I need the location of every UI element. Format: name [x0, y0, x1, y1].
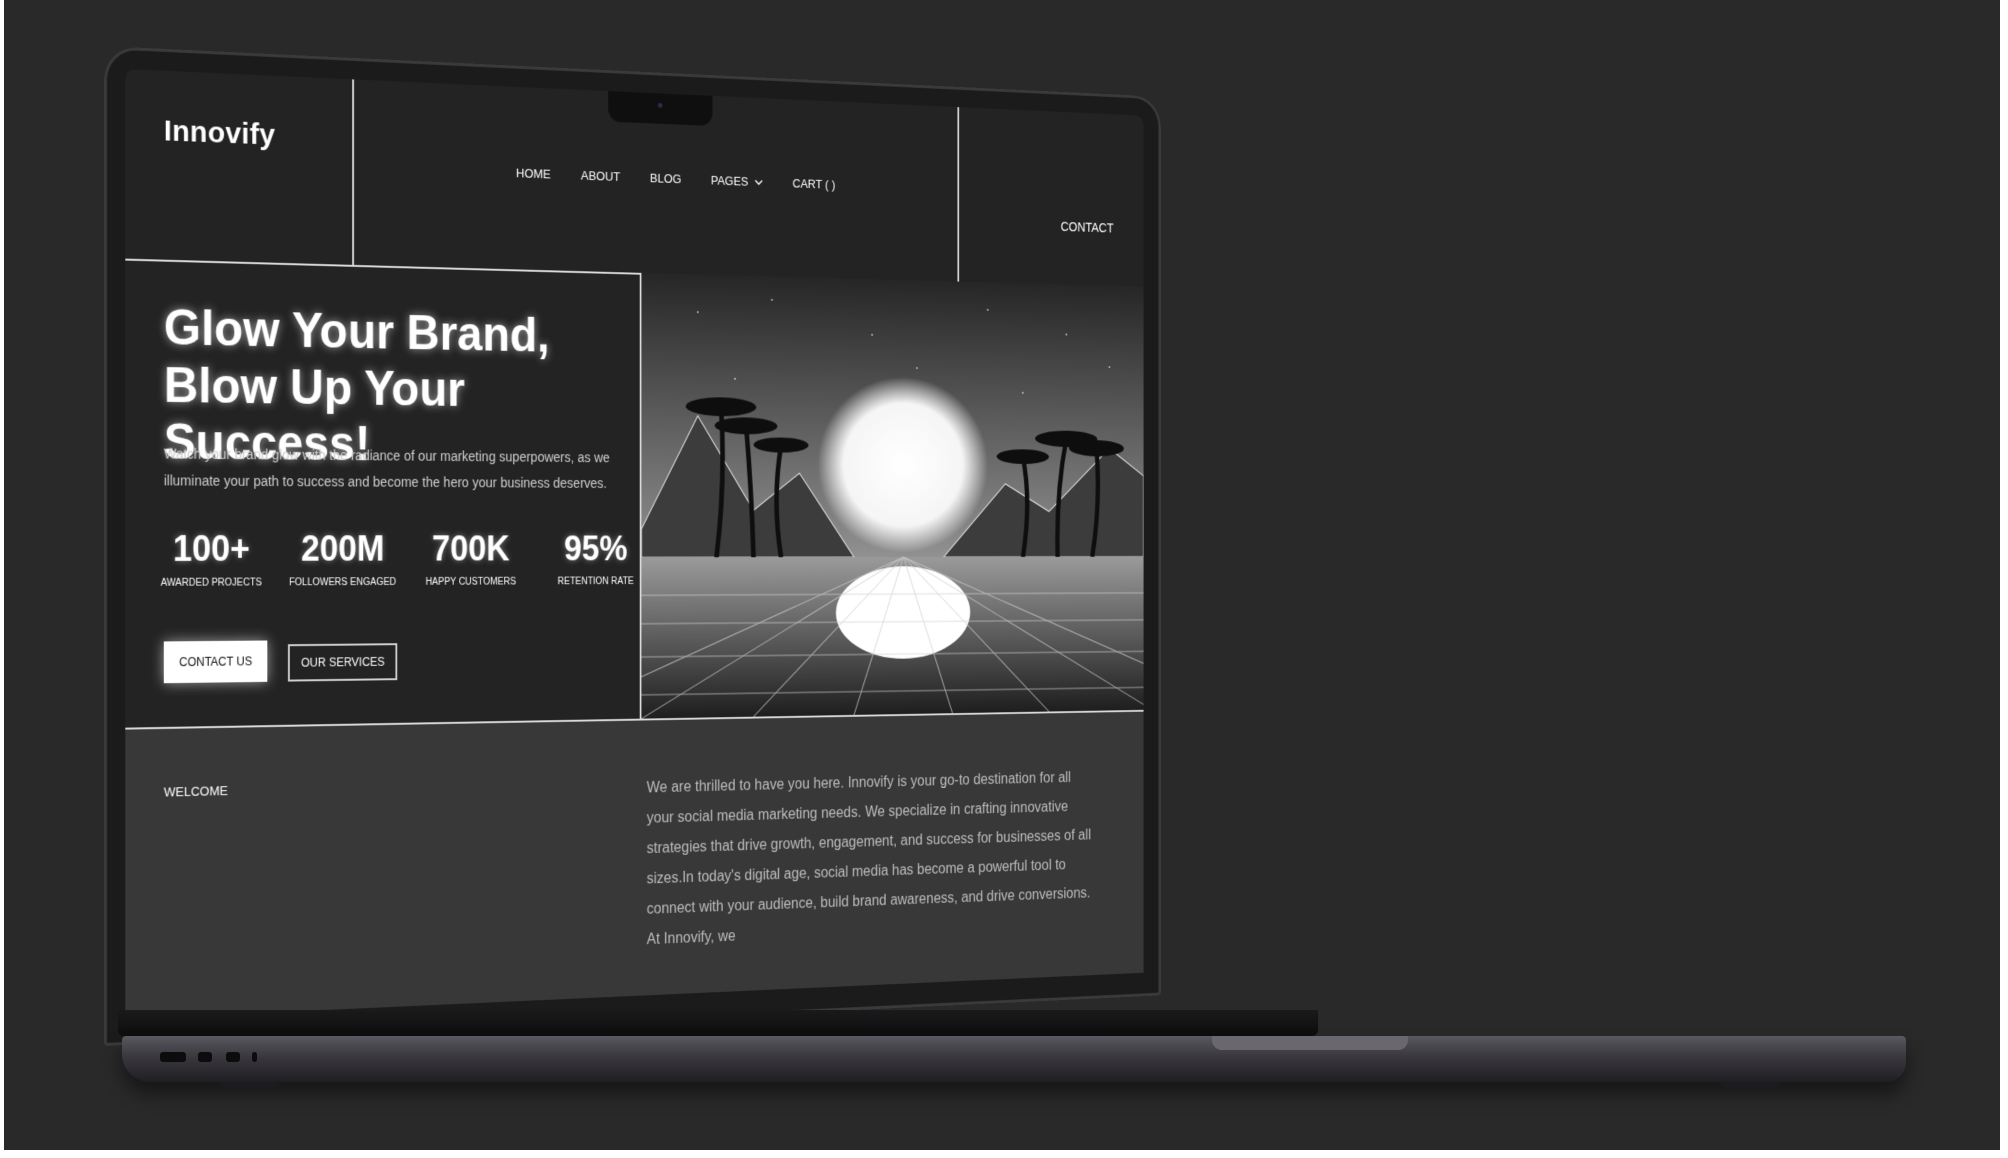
- hero-content: Glow Your Brand, Blow Up Your Success! W…: [125, 258, 642, 728]
- nav-contact[interactable]: CONTACT: [1061, 219, 1114, 235]
- port-icon: [198, 1052, 212, 1062]
- nav-pages-label: PAGES: [710, 173, 749, 189]
- laptop-foot: [220, 1082, 280, 1088]
- stat-followers-engaged: 200M FOLLOWERS ENGAGED: [289, 528, 396, 588]
- laptop-hinge: [118, 1010, 1318, 1036]
- nav-about[interactable]: ABOUT: [581, 168, 620, 184]
- contact-us-button[interactable]: CONTACT US: [163, 640, 268, 684]
- laptop-screen: Innovify HOME ABOUT BLOG PAGES CART ( ) …: [125, 68, 1144, 1020]
- stat-label: AWARDED PROJECTS: [160, 577, 262, 589]
- welcome-section: WELCOME We are thrilled to have you here…: [125, 711, 1144, 1020]
- port-icon: [226, 1052, 240, 1062]
- contact-cell: CONTACT: [957, 107, 1144, 287]
- laptop-lid: Innovify HOME ABOUT BLOG PAGES CART ( ) …: [104, 46, 1161, 1046]
- camera-icon: [658, 102, 663, 108]
- hero-section: Glow Your Brand, Blow Up Your Success! W…: [125, 258, 1144, 730]
- our-services-button[interactable]: OUR SERVICES: [287, 643, 398, 682]
- stat-awarded-projects: 100+ AWARDED PROJECTS: [160, 528, 262, 589]
- logo-cell: Innovify: [125, 68, 355, 265]
- nav-pages[interactable]: PAGES: [711, 173, 764, 189]
- laptop-base: [122, 1036, 1906, 1082]
- stat-retention-rate: 95% RETENTION RATE: [552, 529, 640, 587]
- stat-happy-customers: 700K HAPPY CUSTOMERS: [425, 528, 517, 588]
- welcome-label: WELCOME: [163, 783, 228, 800]
- nav-cart[interactable]: CART ( ): [793, 176, 836, 192]
- nav-home[interactable]: HOME: [516, 166, 551, 182]
- stat-value: 100+: [172, 528, 250, 569]
- camera-notch: [608, 89, 713, 127]
- nav-links: HOME ABOUT BLOG PAGES CART ( ): [516, 166, 835, 192]
- hero-image: [641, 272, 1144, 719]
- hero-subtext: Watch your brand glow with the radiance …: [163, 445, 610, 491]
- retro-sunset-illustration: [641, 272, 1144, 719]
- laptop-foot: [1720, 1082, 1780, 1088]
- stat-label: RETENTION RATE: [557, 576, 634, 588]
- stat-label: HAPPY CUSTOMERS: [425, 576, 517, 588]
- nav-blog[interactable]: BLOG: [650, 171, 681, 186]
- hero-buttons: CONTACT US OUR SERVICES: [163, 639, 398, 684]
- brand-logo[interactable]: Innovify: [164, 114, 275, 152]
- port-icon: [160, 1052, 186, 1062]
- trackpad-lip: [1212, 1036, 1408, 1050]
- stat-value: 200M: [301, 528, 385, 569]
- stat-label: FOLLOWERS ENGAGED: [289, 577, 397, 589]
- welcome-text: We are thrilled to have you here. Innovi…: [646, 770, 1092, 948]
- stats-row: 100+ AWARDED PROJECTS 200M FOLLOWERS ENG…: [160, 528, 640, 589]
- stat-value: 95%: [564, 528, 628, 568]
- chevron-down-icon: [753, 176, 763, 188]
- port-icon: [252, 1052, 257, 1062]
- stat-value: 700K: [431, 528, 510, 569]
